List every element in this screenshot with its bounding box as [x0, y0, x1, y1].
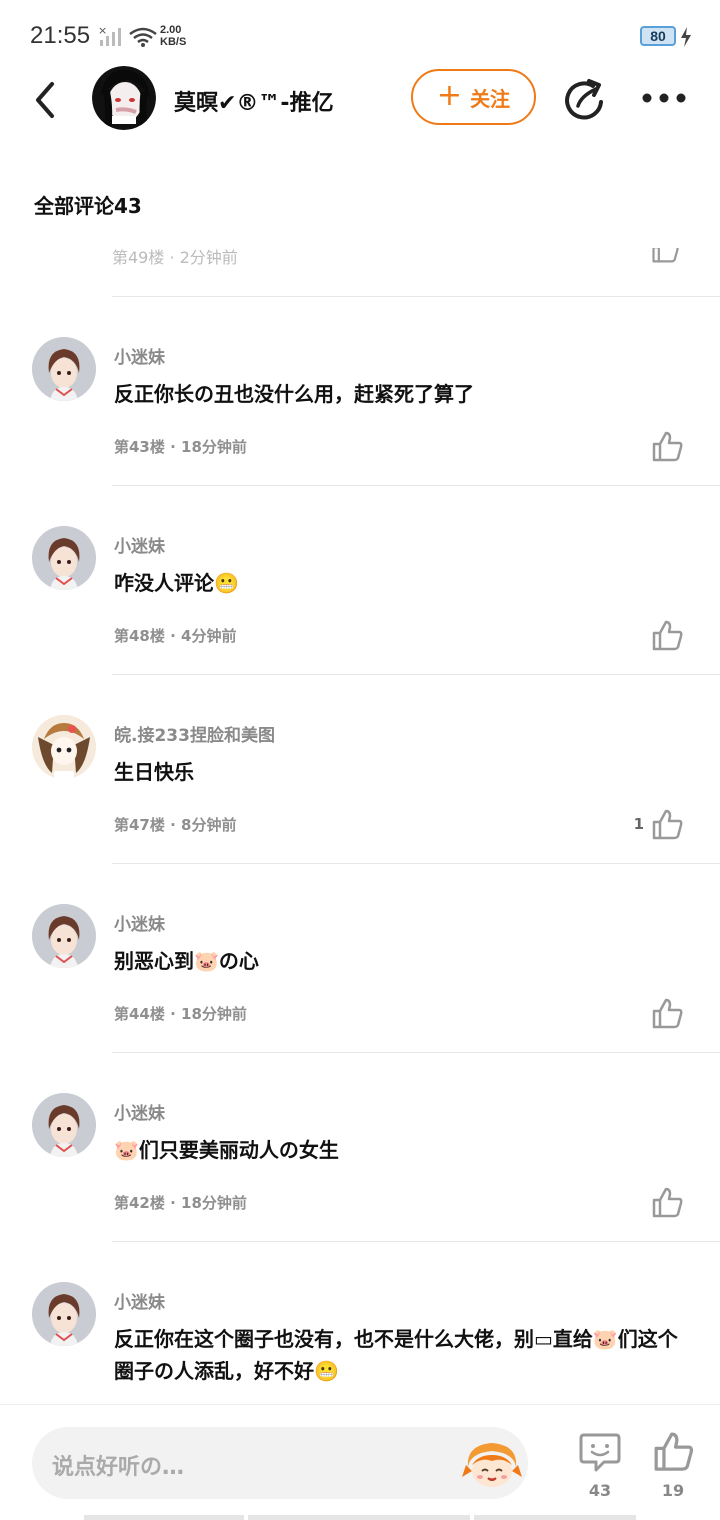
comment-meta: 第47楼 · 8分钟前 [114, 814, 236, 835]
dog-ear-avatar-image [32, 715, 96, 779]
wifi-icon [129, 27, 157, 47]
total-like-count: 19 [661, 1481, 685, 1500]
girl-avatar-image [32, 1282, 96, 1346]
like-icon[interactable] [650, 996, 684, 1030]
bottom-comment-bar: 说点好听の… 43 19 [0, 1404, 720, 1520]
net-speed: 2.00 KB/S [160, 24, 186, 48]
comment-text: 生日快乐 [114, 760, 194, 784]
commenter-name[interactable]: 小迷妹 [114, 1099, 165, 1124]
partial-comment-meta: 第49楼 · 2分钟前 [112, 248, 238, 267]
comment-time: 8分钟前 [181, 816, 237, 834]
comment-item: 小迷妹 🐷们只要美丽动人の女生 第42楼 · 18分钟前 [0, 1053, 720, 1242]
comment-text: 咋没人评论😬 [114, 571, 239, 595]
meta-dot: · [170, 627, 182, 645]
meta-dot: · [170, 1005, 182, 1023]
comment-time: 18分钟前 [181, 1005, 247, 1023]
commenter-name[interactable]: 小迷妹 [114, 1288, 165, 1313]
mascot-emoji-icon[interactable] [462, 1437, 522, 1491]
back-arrow-icon[interactable] [28, 80, 64, 120]
commenter-avatar[interactable] [32, 904, 96, 968]
net-speed-unit: KB/S [160, 36, 187, 48]
meta-dot: · [170, 1194, 182, 1212]
comment-text: 别恶心到🐷の心 [114, 949, 259, 973]
like-icon[interactable] [650, 1185, 684, 1219]
comment-text: 反正你在这个圈子也没有，也不是什么大佬，别▭直给🐷们这个圈子の人添乱，好不好😬 [114, 1327, 678, 1383]
commenter-name[interactable]: 小迷妹 [114, 343, 165, 368]
like-icon[interactable] [650, 248, 680, 264]
like-icon[interactable] [650, 429, 684, 463]
author-avatar[interactable] [92, 66, 156, 130]
author-name[interactable]: 莫暝✔®™-推亿 [174, 85, 334, 117]
comment-floor: 第48楼 [114, 627, 165, 645]
signal-icon: × [98, 24, 121, 46]
net-speed-value: 2.00 [160, 24, 182, 36]
comment-item: 小迷妹 咋没人评论😬 第48楼 · 4分钟前 [0, 486, 720, 675]
follow-button[interactable]: + 关注 [411, 69, 536, 125]
nav-gesture-segment [474, 1515, 636, 1520]
comment-time: 18分钟前 [181, 1194, 247, 1212]
follow-label: 关注 [470, 86, 511, 111]
comment-floor: 第43楼 [114, 438, 165, 456]
comment-meta: 第48楼 · 4分钟前 [114, 625, 236, 646]
commenter-avatar[interactable] [32, 1282, 96, 1346]
plus-icon: + [436, 77, 463, 113]
girl-avatar-image [32, 904, 96, 968]
meta-dot: · [170, 816, 182, 834]
comment-text: 🐷们只要美丽动人の女生 [114, 1138, 339, 1162]
nav-gesture-segment [248, 1515, 470, 1520]
comment-item: 小迷妹 别恶心到🐷の心 第44楼 · 18分钟前 [0, 864, 720, 1053]
comment-input-placeholder: 说点好听の… [52, 1455, 185, 1480]
commenter-avatar[interactable] [32, 526, 96, 590]
comment-time: 4分钟前 [181, 627, 237, 645]
like-count: 1 [633, 815, 644, 833]
like-icon[interactable] [650, 618, 684, 652]
commenter-avatar[interactable] [32, 1093, 96, 1157]
comment-time: 18分钟前 [181, 438, 247, 456]
commenter-name[interactable]: 小迷妹 [114, 532, 165, 557]
comment-item: 小迷妹 反正你在这个圈子也没有，也不是什么大佬，别▭直给🐷们这个圈子の人添乱，好… [0, 1242, 720, 1404]
like-icon[interactable] [651, 1429, 695, 1473]
commenter-name[interactable]: 皖.接233捏脸和美图 [114, 721, 275, 746]
charging-icon [681, 27, 691, 47]
comment-item: 皖.接233捏脸和美图 生日快乐 第47楼 · 8分钟前 1 [0, 675, 720, 864]
comments-count-heading: 全部评论43 [34, 194, 142, 218]
svg-text:×: × [98, 24, 107, 37]
total-comment-count: 43 [588, 1481, 612, 1500]
girl-avatar-image [32, 337, 96, 401]
comment-text: 反正你长の丑也没什么用，赶紧死了算了 [114, 382, 474, 406]
meta-dot: · [170, 438, 182, 456]
top-app-bar: 莫暝✔®™-推亿 + 关注 [0, 62, 720, 136]
status-bar: 21:55 × 2.00 KB/S 80 [0, 0, 720, 70]
comment-floor: 第47楼 [114, 816, 165, 834]
comment-bubble-icon[interactable] [578, 1429, 622, 1473]
girl-avatar-image [32, 1093, 96, 1157]
comment-meta: 第42楼 · 18分钟前 [114, 1192, 247, 1213]
like-icon[interactable] [650, 807, 684, 841]
commenter-avatar[interactable] [32, 337, 96, 401]
status-time: 21:55 [30, 22, 91, 49]
commenter-avatar[interactable] [32, 715, 96, 779]
nav-gesture-segment [84, 1515, 244, 1520]
comment-meta: 第43楼 · 18分钟前 [114, 436, 247, 457]
comment-floor: 第44楼 [114, 1005, 165, 1023]
partial-comment-row: 第49楼 · 2分钟前 [112, 248, 720, 296]
comment-floor: 第42楼 [114, 1194, 165, 1212]
share-icon[interactable] [563, 78, 605, 120]
comment-meta: 第44楼 · 18分钟前 [114, 1003, 247, 1024]
comment-input[interactable]: 说点好听の… [32, 1427, 528, 1499]
more-options-icon[interactable] [640, 86, 688, 110]
commenter-name[interactable]: 小迷妹 [114, 910, 165, 935]
girl-avatar-image [32, 526, 96, 590]
comment-item: 小迷妹 反正你长の丑也没什么用，赶紧死了算了 第43楼 · 18分钟前 [0, 297, 720, 486]
author-avatar-image [92, 66, 156, 130]
battery-indicator: 80 [640, 26, 676, 46]
